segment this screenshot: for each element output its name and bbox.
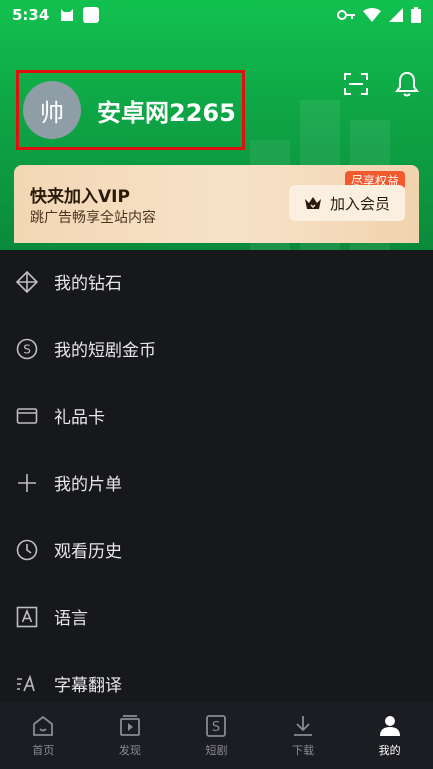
menu-item-label: 我的钻石 <box>54 274 122 294</box>
menu-item-label: 语言 <box>54 609 88 629</box>
join-vip-button[interactable]: 加入会员 <box>289 185 405 221</box>
tab-short-drama[interactable]: S 短剧 <box>173 702 260 769</box>
menu-item-label: 我的片单 <box>54 475 122 495</box>
coin-icon: S <box>16 338 38 360</box>
bottom-tab-bar: 首页 发现 S 短剧 下载 我的 <box>0 702 433 769</box>
battery-icon <box>411 7 421 23</box>
vip-subtitle: 跳广告畅享全站内容 <box>30 210 156 226</box>
key-icon <box>337 10 355 20</box>
settings-menu: 我的钻石 S 我的短剧金币 礼品卡 我的片单 观看历史 语言 字幕翻译 <box>0 248 433 717</box>
tab-label: 我的 <box>378 743 401 757</box>
tab-profile[interactable]: 我的 <box>346 702 433 769</box>
plus-icon <box>16 472 38 494</box>
language-icon <box>16 606 38 628</box>
subtitle-icon <box>16 673 38 695</box>
menu-item-label: 字幕翻译 <box>54 676 122 696</box>
diamond-icon <box>16 270 38 293</box>
tab-home[interactable]: 首页 <box>0 702 87 769</box>
home-icon <box>33 715 54 736</box>
tab-discover[interactable]: 发现 <box>87 702 174 769</box>
clock-icon <box>16 539 38 561</box>
user-profile-highlight[interactable]: 帅 安卓网2265 <box>16 70 245 150</box>
status-bar: 5:34 <box>0 0 433 30</box>
tab-label: 下载 <box>292 743 315 757</box>
avatar-char: 帅 <box>40 98 64 127</box>
discover-icon <box>119 714 140 736</box>
bell-icon[interactable] <box>395 70 419 98</box>
profile-icon <box>379 715 400 736</box>
tab-label: 首页 <box>32 743 55 757</box>
menu-item-label: 观看历史 <box>54 542 122 562</box>
svg-text:S: S <box>23 342 31 356</box>
wifi-icon <box>363 8 381 22</box>
scan-icon[interactable] <box>343 72 369 96</box>
username[interactable]: 安卓网2265 <box>97 93 236 128</box>
menu-item-diamonds[interactable]: 我的钻石 <box>0 248 433 315</box>
signal-icon <box>389 8 403 22</box>
short-drama-icon: S <box>206 714 227 737</box>
avatar[interactable]: 帅 <box>23 81 81 139</box>
join-vip-label: 加入会员 <box>329 194 390 213</box>
vip-promo-card[interactable]: 快来加入VIP 跳广告畅享全站内容 尽享权益 加入会员 <box>14 165 419 243</box>
download-icon <box>294 715 313 736</box>
menu-item-language[interactable]: 语言 <box>0 583 433 650</box>
tab-download[interactable]: 下载 <box>260 702 347 769</box>
status-time: 5:34 <box>12 6 50 24</box>
tab-label: 发现 <box>118 743 141 757</box>
tab-label: 短剧 <box>205 743 228 757</box>
vip-title: 快来加入VIP <box>30 187 130 207</box>
menu-item-label: 礼品卡 <box>54 408 105 428</box>
menu-item-playlist[interactable]: 我的片单 <box>0 449 433 516</box>
app-notification-icon <box>83 7 100 23</box>
menu-item-history[interactable]: 观看历史 <box>0 516 433 583</box>
android-cat-icon <box>61 9 74 21</box>
menu-item-coins[interactable]: S 我的短剧金币 <box>0 315 433 382</box>
svg-text:S: S <box>212 720 220 735</box>
crown-icon <box>304 197 321 209</box>
card-icon <box>16 405 38 427</box>
menu-item-gift-card[interactable]: 礼品卡 <box>0 382 433 449</box>
menu-item-label: 我的短剧金币 <box>54 341 156 361</box>
